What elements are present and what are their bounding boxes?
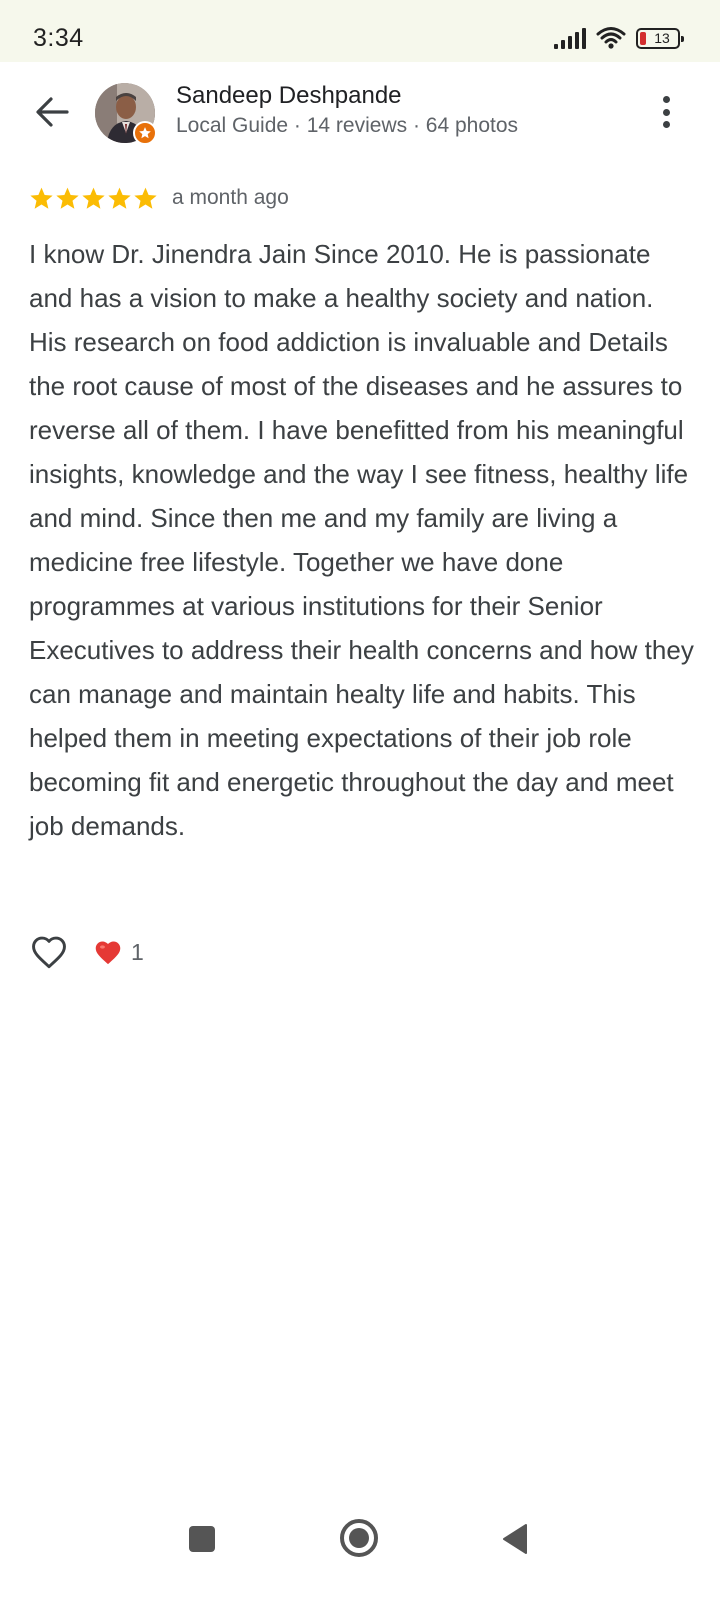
signal-icon — [554, 27, 586, 49]
star-icon — [82, 187, 105, 209]
reviewer-meta: Local Guide · 14 reviews · 64 photos — [176, 114, 519, 137]
battery-level-fill — [640, 31, 646, 45]
recents-square-icon[interactable] — [189, 1526, 215, 1552]
battery-icon: 13 — [636, 27, 684, 49]
local-guide-star-icon — [133, 121, 157, 145]
status-time: 3:34 — [33, 24, 84, 52]
star-icon — [56, 187, 79, 209]
reactions-row: 1 — [29, 932, 144, 972]
review-time: a month ago — [172, 186, 289, 209]
star-rating — [29, 186, 158, 211]
status-icons: 13 — [554, 24, 684, 52]
review-header: Sandeep Deshpande Local Guide · 14 revie… — [0, 62, 720, 162]
reviewer-name[interactable]: Sandeep Deshpande — [176, 82, 402, 110]
wifi-icon — [596, 27, 626, 49]
like-button[interactable] — [29, 932, 69, 972]
star-icon — [108, 187, 131, 209]
back-button[interactable] — [24, 84, 80, 140]
system-nav-bar — [0, 1504, 720, 1600]
back-triangle-icon[interactable] — [502, 1523, 528, 1555]
avatar[interactable] — [95, 83, 157, 145]
arrow-back-icon — [36, 97, 69, 127]
more-options-button[interactable] — [648, 92, 684, 132]
red-heart-icon — [95, 940, 121, 964]
star-icon — [134, 187, 157, 209]
rating-row: a month ago — [29, 183, 289, 213]
more-vert-icon — [662, 96, 670, 103]
heart-outline-icon — [32, 936, 66, 969]
reaction-count: 1 — [131, 938, 144, 965]
review-text: I know Dr. Jinendra Jain Since 2010. He … — [29, 239, 694, 841]
reaction-summary[interactable]: 1 — [93, 939, 144, 966]
star-icon — [30, 187, 53, 209]
status-bar: 3:34 13 — [0, 0, 720, 62]
home-circle-icon[interactable] — [340, 1519, 378, 1557]
battery-percent: 13 — [654, 29, 670, 46]
